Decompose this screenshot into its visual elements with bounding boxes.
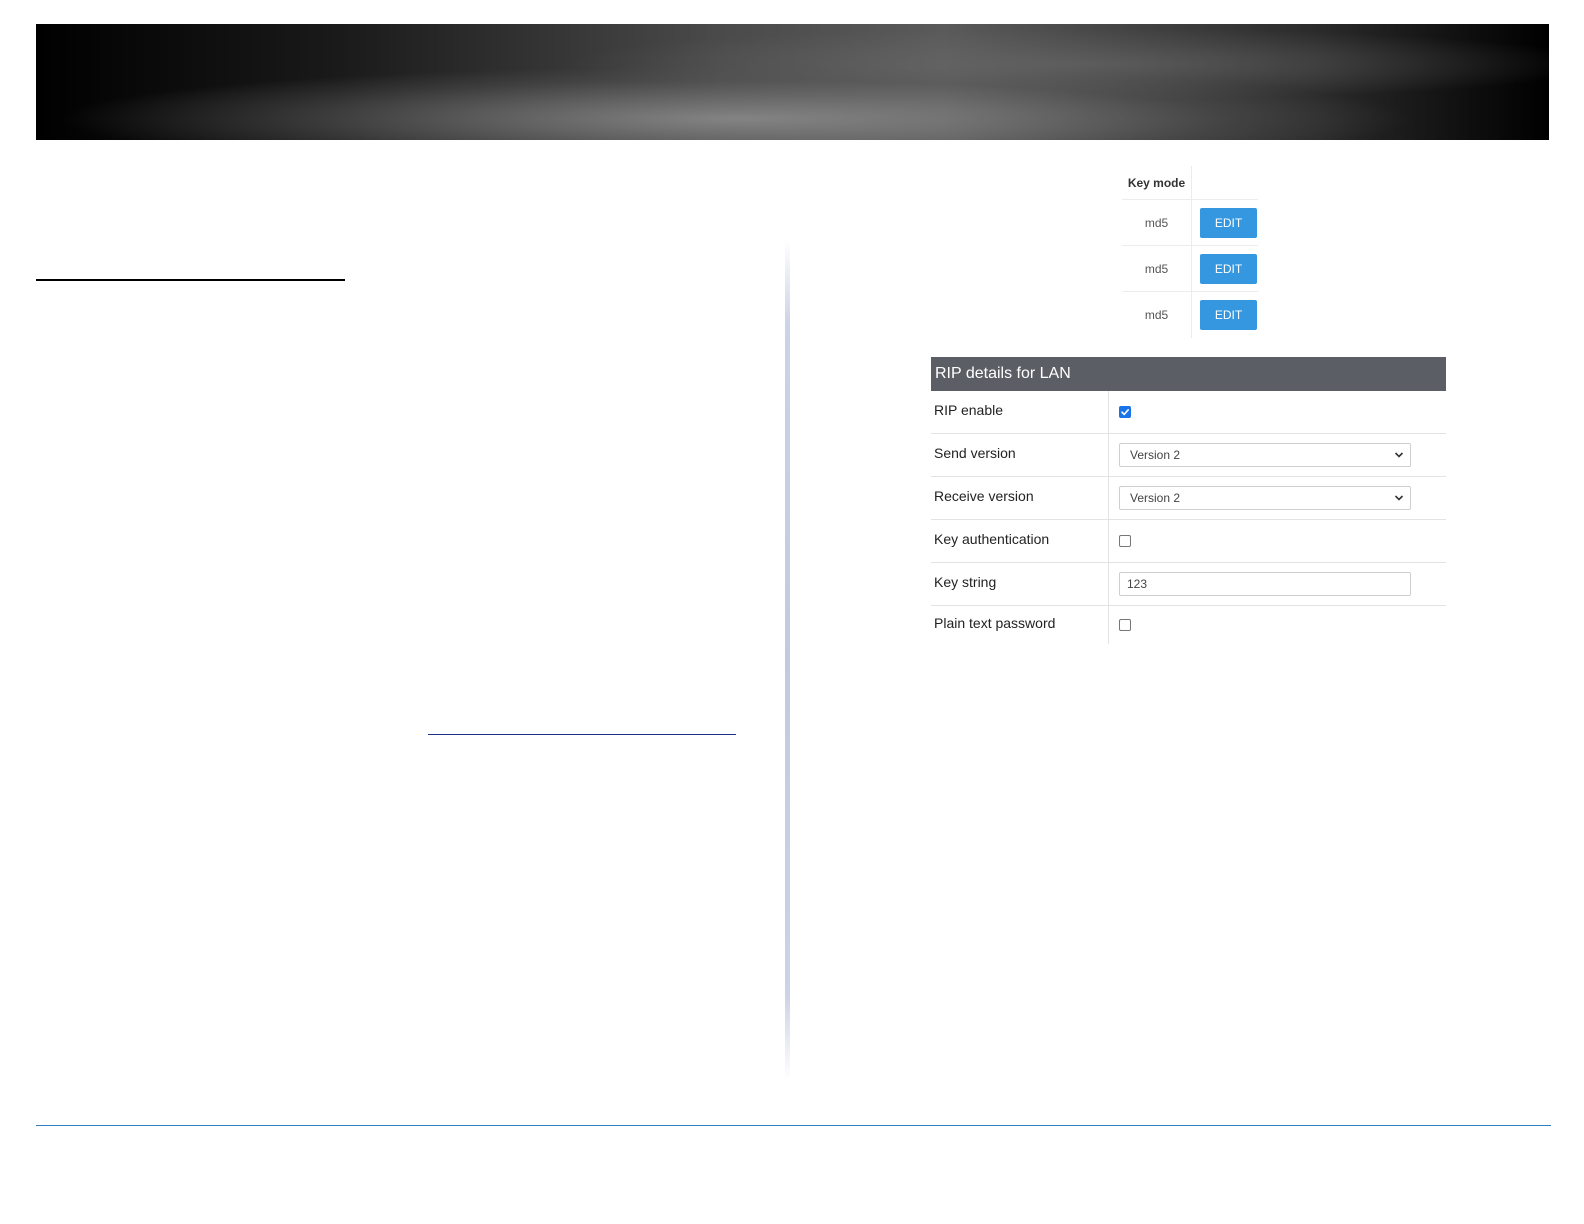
link-underline	[428, 734, 736, 735]
key-string-label: Key string	[931, 563, 1109, 605]
rip-enable-row: RIP enable	[931, 391, 1446, 434]
plain-text-password-checkbox[interactable]	[1119, 619, 1131, 631]
rip-details-panel: RIP details for LAN RIP enable Send vers…	[931, 357, 1446, 644]
check-icon	[1121, 409, 1129, 416]
edit-button[interactable]: EDIT	[1200, 253, 1257, 284]
table-row: md5 EDIT	[1122, 292, 1258, 338]
plain-text-password-label: Plain text password	[931, 606, 1109, 644]
footer-divider	[36, 1125, 1551, 1126]
send-version-value: Version 2	[1130, 448, 1181, 462]
edit-button[interactable]: EDIT	[1200, 207, 1257, 238]
plain-text-password-row: Plain text password	[931, 606, 1446, 644]
key-authentication-checkbox[interactable]	[1119, 535, 1131, 547]
edit-button[interactable]: EDIT	[1200, 300, 1257, 330]
rip-enable-label: RIP enable	[931, 391, 1109, 433]
heading-underline	[36, 279, 345, 281]
key-mode-cell: md5	[1122, 200, 1192, 245]
chevron-down-icon	[1394, 495, 1404, 501]
key-mode-table-header: Key mode	[1122, 166, 1258, 200]
panel-title: RIP details for LAN	[931, 357, 1446, 391]
header-banner	[36, 24, 1549, 140]
chevron-down-icon	[1394, 452, 1404, 458]
receive-version-label: Receive version	[931, 477, 1109, 519]
key-string-input[interactable]	[1119, 572, 1411, 596]
table-row: md5 EDIT	[1122, 200, 1258, 246]
receive-version-value: Version 2	[1130, 491, 1181, 505]
receive-version-select[interactable]: Version 2	[1119, 486, 1411, 510]
send-version-label: Send version	[931, 434, 1109, 476]
key-authentication-row: Key authentication	[931, 520, 1446, 563]
key-mode-column-header: Key mode	[1122, 166, 1192, 199]
send-version-row: Send version Version 2	[931, 434, 1446, 477]
key-mode-cell: md5	[1122, 292, 1192, 338]
key-authentication-label: Key authentication	[931, 520, 1109, 562]
table-row: md5 EDIT	[1122, 246, 1258, 292]
receive-version-row: Receive version Version 2	[931, 477, 1446, 520]
rip-enable-checkbox[interactable]	[1119, 406, 1131, 418]
key-mode-table: Key mode md5 EDIT md5 EDIT md5 EDIT	[1122, 166, 1258, 338]
send-version-select[interactable]: Version 2	[1119, 443, 1411, 467]
column-divider	[785, 240, 790, 1080]
key-mode-cell: md5	[1122, 246, 1192, 291]
key-string-row: Key string	[931, 563, 1446, 606]
